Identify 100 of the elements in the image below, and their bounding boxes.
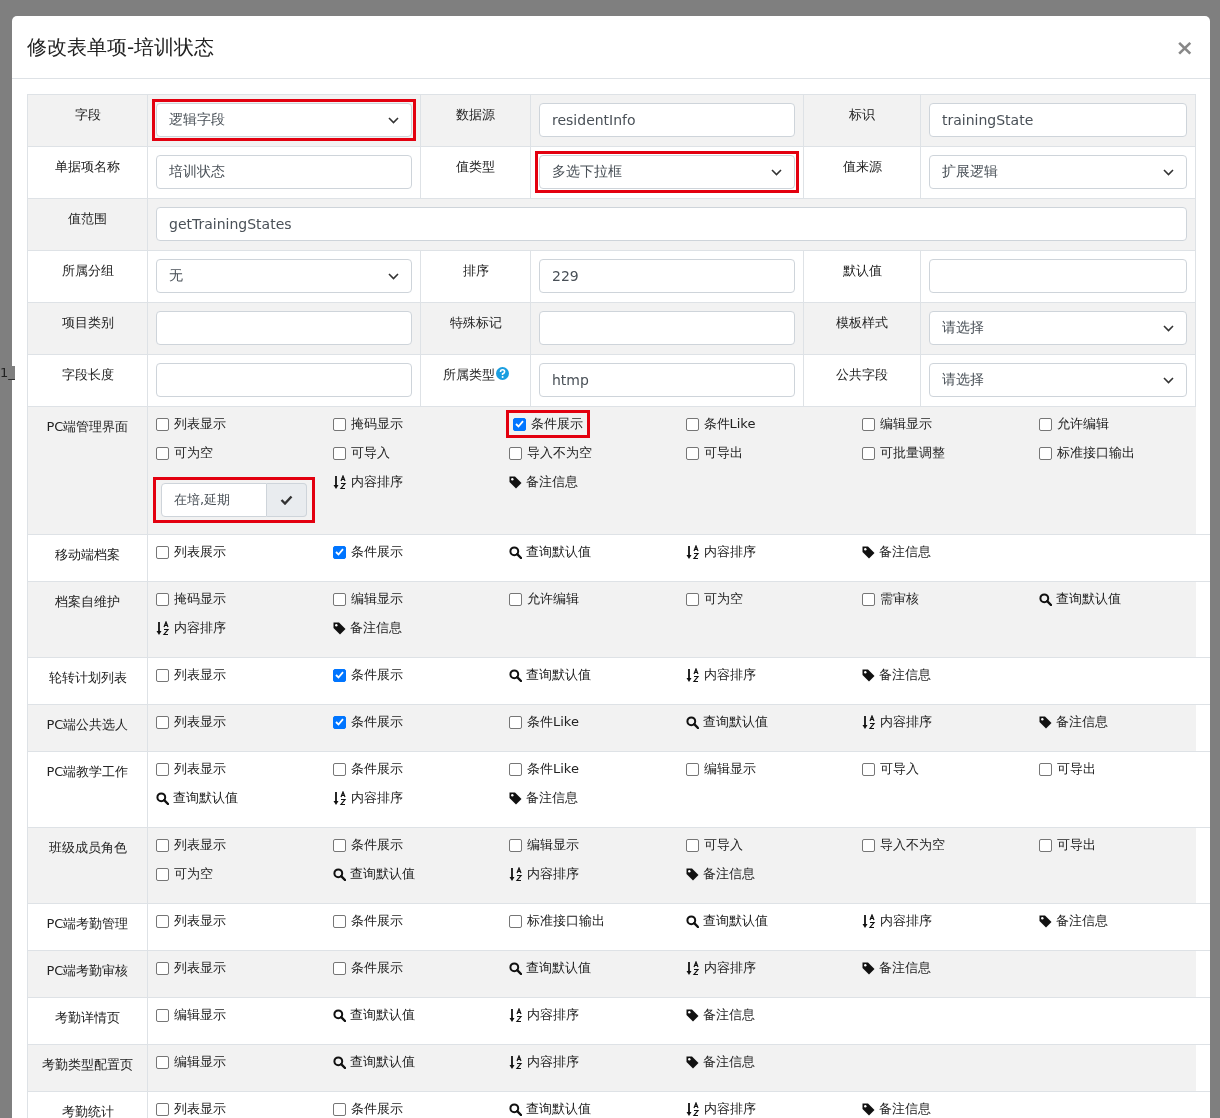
action-link[interactable]: 查询默认值 (509, 543, 591, 561)
checkbox[interactable] (156, 715, 169, 729)
checkbox[interactable] (156, 446, 169, 460)
checkbox-option[interactable]: 可导入 (332, 444, 390, 462)
checkbox[interactable] (332, 668, 346, 682)
action-link[interactable]: 查询默认值 (1038, 590, 1121, 608)
checkbox[interactable] (332, 914, 346, 928)
checkbox[interactable] (332, 715, 346, 729)
action-link[interactable]: 备注信息 (862, 666, 931, 684)
checkbox-option[interactable]: 条件Like (685, 415, 756, 433)
input-field[interactable]: htmp (539, 363, 795, 397)
checkbox[interactable] (156, 762, 169, 776)
checkbox-option[interactable]: 列表展示 (156, 543, 226, 561)
input-field[interactable] (156, 363, 412, 397)
action-link[interactable]: 内容排序 (156, 619, 226, 637)
checkbox-option[interactable]: 可导入 (862, 760, 919, 778)
checkbox[interactable] (862, 592, 875, 606)
checkbox[interactable] (862, 762, 875, 776)
checkbox[interactable] (156, 838, 169, 852)
input-field[interactable] (156, 311, 412, 345)
checkbox-option[interactable]: 可导出 (1038, 760, 1096, 778)
checkbox[interactable] (332, 545, 346, 559)
checkbox[interactable] (156, 961, 169, 975)
action-link[interactable]: 备注信息 (862, 959, 931, 977)
checkbox-option[interactable]: 导入不为空 (862, 836, 945, 854)
checkbox[interactable] (1038, 446, 1052, 460)
checkbox-option[interactable]: 掩码显示 (332, 415, 403, 433)
checkbox-option[interactable]: 列表显示 (156, 713, 226, 731)
action-link[interactable]: 备注信息 (862, 543, 931, 561)
select-field[interactable]: 请选择 (929, 311, 1187, 345)
checkbox-option[interactable]: 可导出 (685, 444, 743, 462)
checkbox[interactable] (156, 1102, 169, 1116)
checkbox-option[interactable]: 编辑显示 (862, 415, 932, 433)
checkbox-option[interactable]: 条件展示 (332, 713, 403, 731)
input-field[interactable]: 培训状态 (156, 155, 412, 189)
checkbox[interactable] (156, 417, 169, 431)
confirm-button[interactable] (267, 483, 307, 517)
action-link[interactable]: 备注信息 (509, 789, 578, 807)
checkbox[interactable] (156, 1055, 169, 1069)
checkbox[interactable] (509, 838, 522, 852)
checkbox[interactable] (685, 838, 699, 852)
checkbox[interactable] (156, 914, 169, 928)
checkbox-option[interactable]: 可批量调整 (862, 444, 945, 462)
checkbox[interactable] (862, 838, 875, 852)
action-link[interactable]: 内容排序 (509, 865, 579, 883)
action-link[interactable]: 内容排序 (685, 543, 756, 561)
action-link[interactable]: 内容排序 (685, 666, 756, 684)
checkbox[interactable] (1038, 762, 1052, 776)
checkbox[interactable] (1038, 417, 1052, 431)
checkbox-option[interactable]: 条件Like (509, 713, 579, 731)
checkbox[interactable] (156, 592, 169, 606)
input-field[interactable]: 229 (539, 259, 795, 293)
action-link[interactable]: 查询默认值 (509, 959, 591, 977)
checkbox-option[interactable]: 可为空 (685, 590, 743, 608)
action-link[interactable]: 内容排序 (509, 1053, 579, 1071)
checkbox-option[interactable]: 条件展示 (332, 666, 403, 684)
checkbox-option[interactable]: 列表显示 (156, 912, 226, 930)
checkbox[interactable] (332, 762, 346, 776)
checkbox-option[interactable]: 掩码显示 (156, 590, 226, 608)
checkbox[interactable] (509, 762, 522, 776)
close-button[interactable]: × (1171, 34, 1198, 60)
checkbox-option[interactable]: 条件展示 (332, 836, 403, 854)
checkbox[interactable] (332, 961, 346, 975)
checkbox-option[interactable]: 需审核 (862, 590, 919, 608)
checkbox[interactable] (862, 417, 875, 431)
checkbox[interactable] (509, 715, 522, 729)
checkbox[interactable] (513, 417, 526, 431)
checkbox-option[interactable]: 列表显示 (156, 666, 226, 684)
action-link[interactable]: 内容排序 (685, 959, 756, 977)
checkbox-option[interactable]: 导入不为空 (509, 444, 592, 462)
checkbox[interactable] (509, 592, 522, 606)
action-link[interactable]: 查询默认值 (509, 666, 591, 684)
checkbox-option[interactable]: 可导出 (1038, 836, 1096, 854)
checkbox[interactable] (862, 446, 875, 460)
action-link[interactable]: 查询默认值 (156, 789, 238, 807)
select-field[interactable]: 多选下拉框 (539, 155, 795, 189)
input-field[interactable] (539, 311, 795, 345)
checkbox-option[interactable]: 允许编辑 (509, 590, 579, 608)
checkbox[interactable] (332, 592, 346, 606)
checkbox[interactable] (156, 867, 169, 881)
checkbox-option[interactable]: 编辑显示 (509, 836, 579, 854)
action-link[interactable]: 内容排序 (685, 1100, 756, 1118)
checkbox[interactable] (509, 446, 522, 460)
action-link[interactable]: 查询默认值 (332, 1006, 415, 1024)
action-link[interactable]: 查询默认值 (332, 865, 415, 883)
checkbox[interactable] (156, 668, 169, 682)
input-field[interactable]: trainingState (929, 103, 1187, 137)
checkbox-option[interactable]: 条件展示 (513, 415, 583, 433)
input-field[interactable]: residentInfo (539, 103, 795, 137)
action-link[interactable]: 内容排序 (509, 1006, 579, 1024)
checkbox[interactable] (156, 545, 169, 559)
checkbox[interactable] (685, 762, 699, 776)
checkbox[interactable] (685, 592, 699, 606)
checkbox[interactable] (332, 417, 346, 431)
checkbox[interactable] (509, 914, 522, 928)
checkbox[interactable] (332, 1102, 346, 1116)
action-link[interactable]: 内容排序 (862, 912, 932, 930)
checkbox[interactable] (1038, 838, 1052, 852)
checkbox[interactable] (685, 446, 699, 460)
checkbox[interactable] (156, 1008, 169, 1022)
